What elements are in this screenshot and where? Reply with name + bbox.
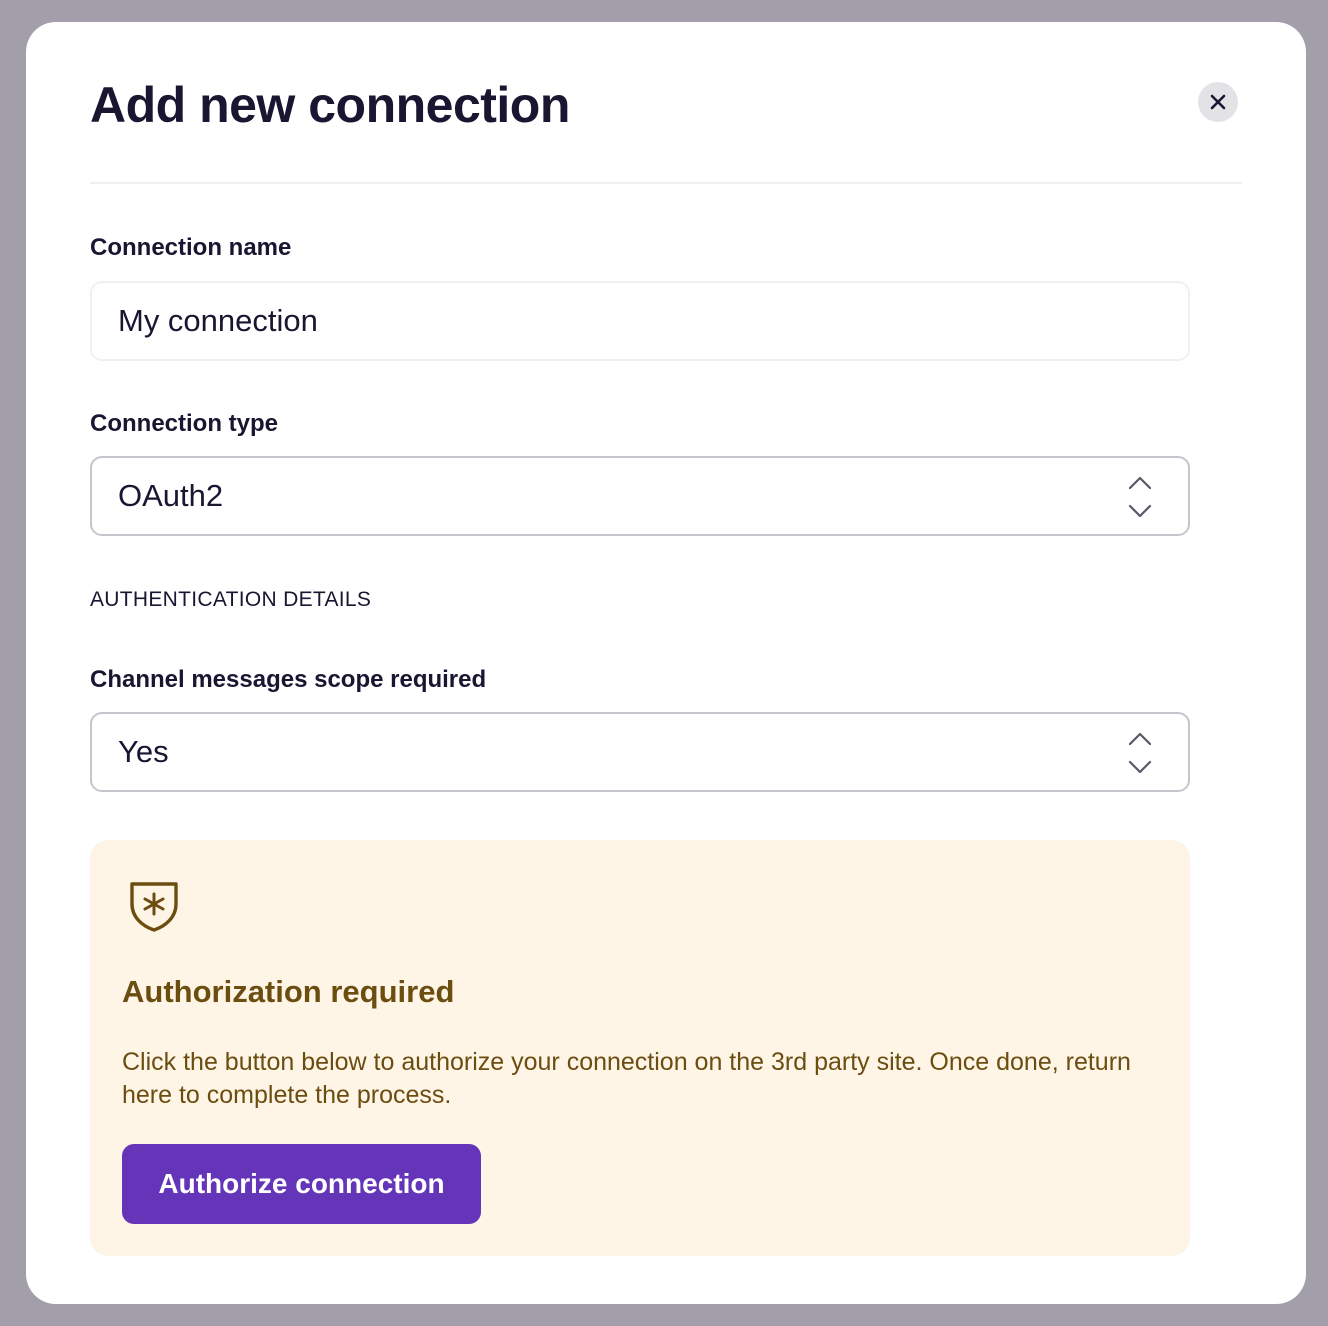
- connection-name-value: My connection: [118, 303, 318, 338]
- connection-type-label: Connection type: [90, 410, 279, 437]
- add-connection-modal: Add new connection Connection name My co…: [26, 22, 1306, 1304]
- chevron-up-down-icon: [1128, 732, 1152, 774]
- close-icon: [1210, 94, 1226, 110]
- authorization-notice: Authorization required Click the button …: [90, 840, 1190, 1256]
- connection-name-label: Connection name: [90, 234, 292, 261]
- header-divider: [90, 182, 1242, 184]
- channel-scope-select[interactable]: Yes: [90, 712, 1190, 792]
- authorization-description: Click the button below to authorize your…: [122, 1048, 1131, 1109]
- close-button[interactable]: [1198, 82, 1238, 122]
- authorization-title: Authorization required: [122, 974, 455, 1009]
- authentication-details-heading: AUTHENTICATION DETAILS: [90, 588, 372, 611]
- modal-title: Add new connection: [90, 77, 570, 133]
- connection-name-input[interactable]: My connection: [90, 281, 1190, 361]
- connection-type-select[interactable]: OAuth2: [90, 456, 1190, 536]
- channel-scope-value: Yes: [118, 734, 169, 769]
- chevron-up-down-icon: [1128, 476, 1152, 518]
- shield-asterisk-icon: [130, 882, 178, 932]
- channel-scope-label: Channel messages scope required: [90, 666, 487, 693]
- connection-type-value: OAuth2: [118, 478, 224, 513]
- authorize-connection-button[interactable]: Authorize connection: [122, 1144, 481, 1224]
